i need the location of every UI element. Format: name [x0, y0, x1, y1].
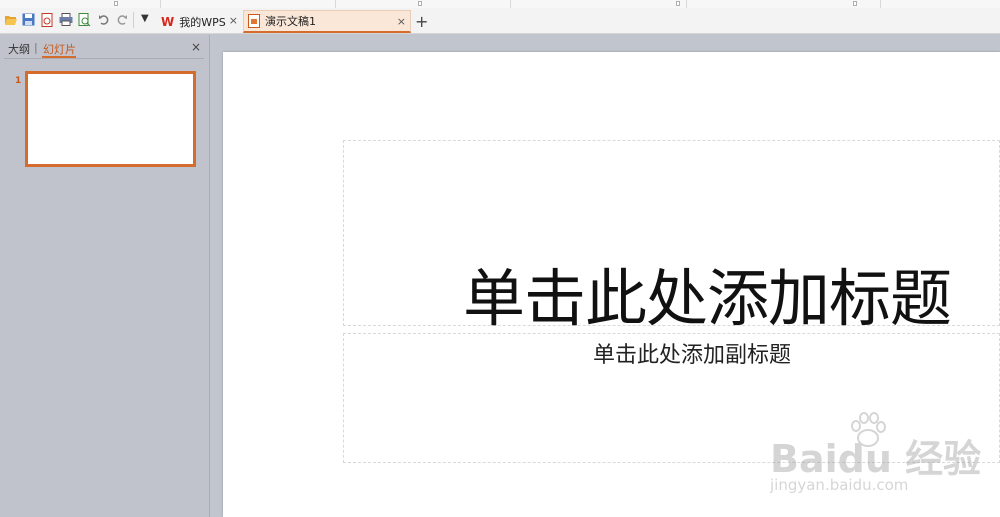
panel-divider [4, 58, 204, 59]
tab-label: 演示文稿1 [265, 15, 316, 28]
tab-label: 我的WPS [179, 15, 226, 29]
print-icon[interactable] [58, 12, 73, 27]
export-pdf-icon[interactable] [40, 12, 55, 27]
undo-icon[interactable] [96, 12, 111, 27]
panel-header: 大纲 | 幻灯片 × [0, 35, 209, 59]
title-placeholder-text[interactable]: 单击此处添加标题 [463, 248, 952, 338]
ruler-line [510, 0, 511, 8]
ruler-marker [114, 1, 118, 6]
tab-outline[interactable]: 大纲 [8, 41, 30, 57]
ruler-line [160, 0, 161, 8]
save-icon[interactable] [21, 12, 36, 27]
ruler-marker [676, 1, 680, 6]
toolbar-separator [133, 12, 134, 28]
baidu-watermark: Baidu 经验 jingyan.baidu.com [770, 410, 995, 510]
redo-icon[interactable] [114, 12, 129, 27]
wps-logo-icon: W [161, 14, 175, 29]
watermark-brand: Baidu 经验 [770, 437, 982, 481]
new-tab-button[interactable]: + [415, 12, 428, 31]
ruler-marker [853, 1, 857, 6]
ruler-marker [418, 1, 422, 6]
ruler-line [880, 0, 881, 8]
slide-number: 1 [15, 76, 22, 86]
subtitle-placeholder-text[interactable]: 单击此处添加副标题 [593, 337, 791, 369]
tab-presentation[interactable]: 演示文稿1 × [243, 10, 411, 33]
slide-thumbnail[interactable] [25, 71, 196, 167]
panel-tab-divider: | [34, 41, 38, 54]
open-icon[interactable] [3, 12, 18, 27]
watermark-url: jingyan.baidu.com [770, 476, 909, 494]
ruler-line [686, 0, 687, 8]
title-tab-bar: ▼ W 我的WPS × 演示文稿1 × + [0, 8, 1000, 34]
tab-slides[interactable]: 幻灯片 [43, 41, 76, 57]
ruler-line [335, 0, 336, 8]
print-preview-icon[interactable] [77, 12, 92, 27]
close-panel-icon[interactable]: × [191, 40, 201, 54]
top-ruler [0, 0, 1000, 8]
tab-my-wps[interactable]: W 我的WPS × [158, 10, 242, 33]
presentation-file-icon [248, 14, 260, 28]
close-icon[interactable]: × [229, 14, 238, 27]
close-icon[interactable]: × [397, 15, 406, 28]
slides-panel: 大纲 | 幻灯片 × 1 [0, 35, 210, 517]
dropdown-icon[interactable]: ▼ [141, 13, 149, 24]
